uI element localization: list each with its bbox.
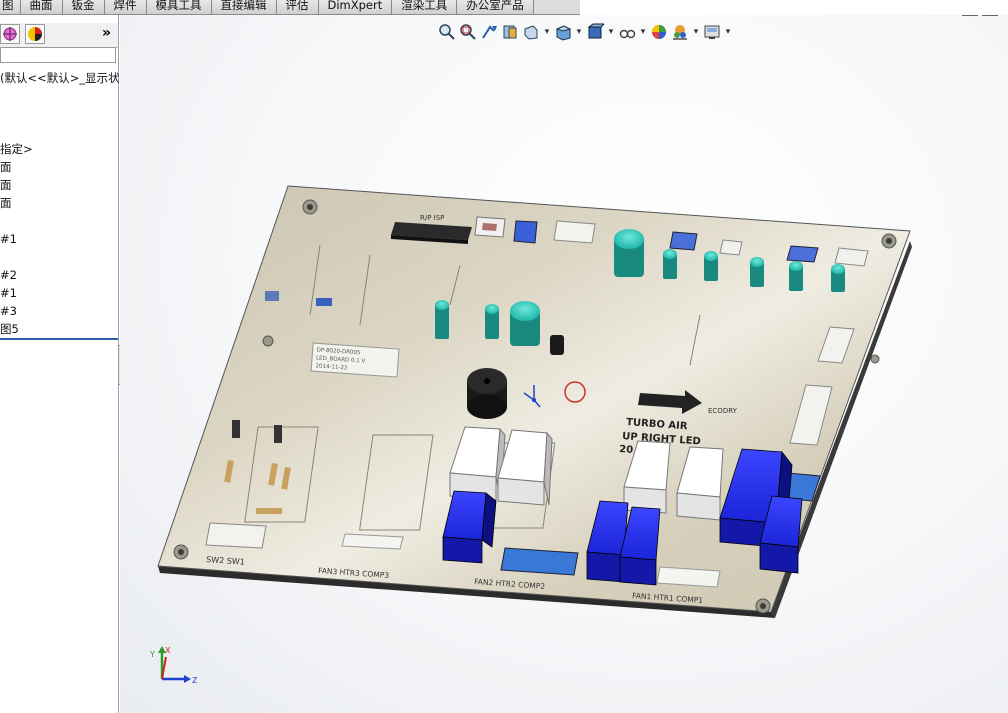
graphics-viewport[interactable]: ▾ ▾ ▾ ▾ ▾ ▾ ⧉ ▢	[120, 15, 1008, 713]
tree-item-feature-2[interactable]: #2	[0, 268, 17, 282]
tab-office-products[interactable]: 办公室产品	[457, 0, 534, 14]
tree-item-plane-front[interactable]: 面	[0, 160, 12, 174]
tab-dimxpert[interactable]: DimXpert	[318, 0, 393, 14]
rollback-bar[interactable]	[0, 338, 118, 340]
tree-item-configuration[interactable]: (默认<<默认>_显示状	[0, 71, 120, 85]
feature-manager-panel: » (默认<<默认>_显示状 指定> 面 面 面 #1 #2 #1 #3 图5	[0, 15, 120, 713]
tree-item-feature-3[interactable]: #1	[0, 286, 17, 300]
tree-item-decal-5[interactable]: 图5	[0, 322, 19, 336]
silk-rp-isp: R/P ISP	[420, 214, 444, 222]
display-manager-button[interactable]	[25, 24, 45, 44]
tree-item-plane-right[interactable]: 面	[0, 196, 12, 210]
tree-filter-input[interactable]	[0, 47, 116, 63]
tab-mold-tools[interactable]: 模具工具	[146, 0, 212, 14]
tree-item-feature-4[interactable]: #3	[0, 304, 17, 318]
silk-year: 20	[619, 444, 634, 456]
tab-sketch[interactable]: 图	[0, 0, 21, 14]
tab-surfaces[interactable]: 曲面	[20, 0, 63, 14]
command-manager-tabs: 图 曲面 钣金 焊件 模具工具 直接编辑 评估 DimXpert 渲染工具 办公…	[0, 0, 580, 15]
tree-item-feature-1[interactable]: #1	[0, 232, 17, 246]
reference-triad: Y X Z	[149, 646, 198, 685]
silk-brand: ECODRY	[708, 407, 738, 415]
triad-z-label: Z	[192, 676, 198, 685]
switch-connector	[205, 522, 267, 549]
triad-y-label: Y	[149, 650, 155, 659]
buzzer	[467, 368, 507, 419]
crosshair-icon	[3, 27, 17, 41]
configuration-manager-button[interactable]	[0, 24, 20, 44]
panel-toolbar: »	[0, 23, 118, 48]
tab-direct-editing[interactable]: 直接编辑	[211, 0, 277, 14]
tab-evaluate[interactable]: 评估	[276, 0, 319, 14]
appearance-pie-icon	[28, 27, 42, 41]
expand-panel-button[interactable]: »	[102, 25, 111, 41]
tree-item-material[interactable]: 指定>	[0, 142, 33, 156]
pcb-model[interactable]: R/P ISP ECODRY TURBO AIR UP RIGHT LED 20…	[120, 15, 1008, 713]
tab-render-tools[interactable]: 渲染工具	[392, 0, 458, 14]
transistor	[550, 335, 564, 355]
tree-item-plane-top[interactable]: 面	[0, 178, 12, 192]
tab-weldments[interactable]: 焊件	[104, 0, 147, 14]
version-sticker: DP-8020-DR005 LED_BOARD 0.1 V 2014-11-22	[310, 342, 400, 378]
tab-sheet-metal[interactable]: 钣金	[62, 0, 105, 14]
triad-x-label: X	[165, 646, 171, 655]
